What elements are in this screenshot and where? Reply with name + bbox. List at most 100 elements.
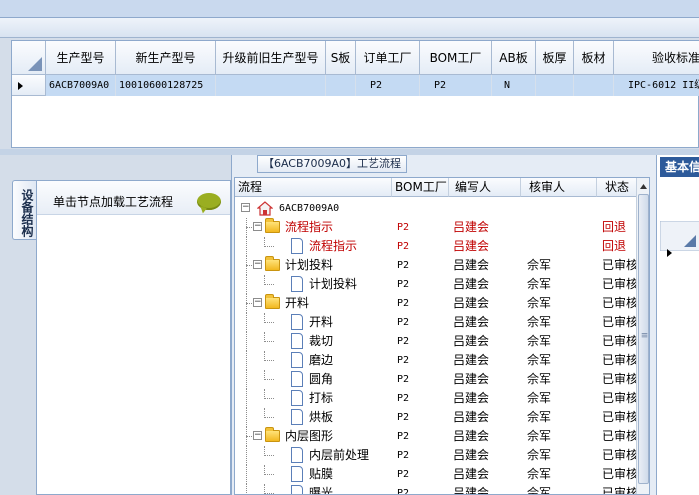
tree-cell-author: 吕建会 bbox=[453, 296, 490, 310]
document-icon bbox=[291, 238, 303, 254]
tree-node-label: 计划投料 bbox=[285, 258, 334, 272]
tree-node-folder[interactable]: − 计划投料 P2 吕建会 佘军 已审核 bbox=[235, 256, 637, 275]
tree-node-step[interactable]: 计划投料 P2 吕建会 佘军 已审核 bbox=[235, 275, 637, 294]
tree-cell-status: 已审核 bbox=[602, 467, 637, 481]
tree-col-header[interactable]: 核审人 bbox=[521, 178, 597, 197]
tree-node-step[interactable]: 贴膜 P2 吕建会 佘军 已审核 bbox=[235, 465, 637, 484]
tree-connector bbox=[264, 275, 265, 285]
tree-col-header[interactable]: 流程 bbox=[235, 178, 392, 197]
tree-cell-reviewer: 佘军 bbox=[527, 353, 552, 367]
tree-cell-bom: P2 bbox=[397, 412, 410, 423]
tree-col-header[interactable]: 状态 bbox=[597, 178, 637, 197]
tree-node-folder[interactable]: − 流程指示 P2 吕建会 回退 bbox=[235, 218, 637, 237]
collapse-icon[interactable]: − bbox=[241, 203, 250, 212]
col-header[interactable]: 板材 bbox=[574, 41, 614, 75]
tree-cell-reviewer: 佘军 bbox=[527, 296, 552, 310]
tree-connector bbox=[264, 389, 265, 399]
tree-connector bbox=[246, 237, 247, 256]
tree-cell-status: 已审核 bbox=[602, 315, 637, 329]
collapse-icon[interactable]: − bbox=[253, 431, 262, 440]
tree-cell-author: 吕建会 bbox=[453, 220, 490, 234]
tree-col-header[interactable]: 编写人 bbox=[449, 178, 521, 197]
scrollbar-thumb[interactable]: ≡ bbox=[638, 194, 649, 484]
tree-root-row[interactable]: − 6ACB7009A0 bbox=[235, 199, 637, 218]
col-header[interactable]: AB板 bbox=[492, 41, 536, 75]
process-panel-title: 【6ACB7009A0】工艺流程 bbox=[257, 155, 407, 173]
tree-node-step[interactable]: 烘板 P2 吕建会 佘军 已审核 bbox=[235, 408, 637, 427]
col-header[interactable]: 生产型号 bbox=[46, 41, 116, 75]
tree-cell-status: 已审核 bbox=[602, 429, 637, 443]
col-header[interactable]: 板厚 bbox=[536, 41, 574, 75]
tree-cell-author: 吕建会 bbox=[453, 391, 490, 405]
tree-node-step[interactable]: 磨边 P2 吕建会 佘军 已审核 bbox=[235, 351, 637, 370]
tree-cell-bom: P2 bbox=[397, 431, 410, 442]
tree-connector bbox=[264, 246, 274, 247]
tree-cell-reviewer bbox=[527, 237, 593, 256]
table-cell[interactable] bbox=[536, 75, 574, 96]
folder-icon bbox=[265, 256, 280, 271]
tree-cell-reviewer: 佘军 bbox=[527, 372, 552, 386]
tree-node-step[interactable]: 裁切 P2 吕建会 佘军 已审核 bbox=[235, 332, 637, 351]
table-cell[interactable]: 6ACB7009A0 bbox=[46, 75, 116, 96]
document-icon bbox=[291, 466, 303, 482]
vertical-scrollbar[interactable]: ≡ bbox=[636, 178, 650, 494]
table-cell[interactable]: IPC-6012 II级 bbox=[614, 75, 699, 96]
tree-cell-status: 已审核 bbox=[602, 334, 637, 348]
tree-connector bbox=[246, 465, 247, 484]
table-cell[interactable]: P2 bbox=[420, 75, 492, 96]
collapse-icon[interactable]: − bbox=[253, 260, 262, 269]
tab-equipment-structure[interactable]: 设备结构 bbox=[12, 180, 36, 240]
tree-cell-status: 已审核 bbox=[602, 353, 637, 367]
tree-connector bbox=[246, 370, 247, 389]
collapse-icon[interactable]: − bbox=[253, 222, 262, 231]
tree-connector bbox=[264, 493, 274, 494]
tree-connector bbox=[264, 351, 265, 361]
tree-connector bbox=[264, 408, 265, 418]
table-cell[interactable] bbox=[326, 75, 356, 96]
sort-corner-icon bbox=[28, 57, 42, 71]
tree-node-step[interactable]: 开料 P2 吕建会 佘军 已审核 bbox=[235, 313, 637, 332]
tree-connector bbox=[264, 398, 274, 399]
tree-node-step[interactable]: 内层前处理 P2 吕建会 佘军 已审核 bbox=[235, 446, 637, 465]
tree-connector bbox=[246, 313, 247, 332]
col-header[interactable]: 验收标准 bbox=[614, 41, 699, 75]
document-icon bbox=[291, 333, 303, 349]
tree-node-step[interactable]: 打标 P2 吕建会 佘军 已审核 bbox=[235, 389, 637, 408]
document-icon bbox=[291, 447, 303, 463]
tree-connector bbox=[246, 256, 247, 275]
tree-cell-status: 已审核 bbox=[602, 486, 637, 495]
document-icon bbox=[291, 314, 303, 330]
tree-node-folder[interactable]: − 开料 P2 吕建会 佘军 已审核 bbox=[235, 294, 637, 313]
col-header[interactable]: S板 bbox=[326, 41, 356, 75]
right-panel-header: 基本信息 bbox=[660, 157, 699, 177]
tree-node-step[interactable]: 曝光 P2 吕建会 佘军 已审核 bbox=[235, 484, 637, 495]
table-cell[interactable]: 10010600128725 bbox=[116, 75, 216, 96]
tree-cell-bom: P2 bbox=[397, 488, 410, 495]
tree-node-folder[interactable]: − 内层图形 P2 吕建会 佘军 已审核 bbox=[235, 427, 637, 446]
tree-connector bbox=[246, 408, 247, 427]
scroll-up-arrow-icon[interactable] bbox=[637, 180, 650, 194]
tree-connector bbox=[264, 322, 274, 323]
tree-connector bbox=[264, 417, 274, 418]
current-row-arrow-icon bbox=[667, 249, 672, 257]
col-header[interactable]: 升级前旧生产型号 bbox=[216, 41, 326, 75]
tree-node-step[interactable]: 流程指示 P2 吕建会 回退 bbox=[235, 237, 637, 256]
col-header[interactable]: 订单工厂 bbox=[356, 41, 420, 75]
row-indicator[interactable] bbox=[12, 75, 46, 96]
tree-connector bbox=[264, 341, 274, 342]
tree-cell-bom: P2 bbox=[397, 469, 410, 480]
grid-corner[interactable] bbox=[12, 41, 46, 75]
tree-cell-author: 吕建会 bbox=[453, 353, 490, 367]
table-cell[interactable]: N bbox=[492, 75, 536, 96]
tree-col-header[interactable]: BOM工厂 bbox=[392, 178, 449, 197]
col-header[interactable]: BOM工厂 bbox=[420, 41, 492, 75]
tree-cell-status: 已审核 bbox=[602, 277, 637, 291]
table-cell[interactable]: P2 bbox=[356, 75, 420, 96]
tree-node-step[interactable]: 圆角 P2 吕建会 佘军 已审核 bbox=[235, 370, 637, 389]
tree-node-label: 流程指示 bbox=[285, 220, 334, 234]
table-cell[interactable] bbox=[574, 75, 614, 96]
col-header[interactable]: 新生产型号 bbox=[116, 41, 216, 75]
table-cell[interactable] bbox=[216, 75, 326, 96]
product-grid: 生产型号 新生产型号 升级前旧生产型号 S板 订单工厂 BOM工厂 AB板 板厚… bbox=[11, 40, 699, 148]
collapse-icon[interactable]: − bbox=[253, 298, 262, 307]
